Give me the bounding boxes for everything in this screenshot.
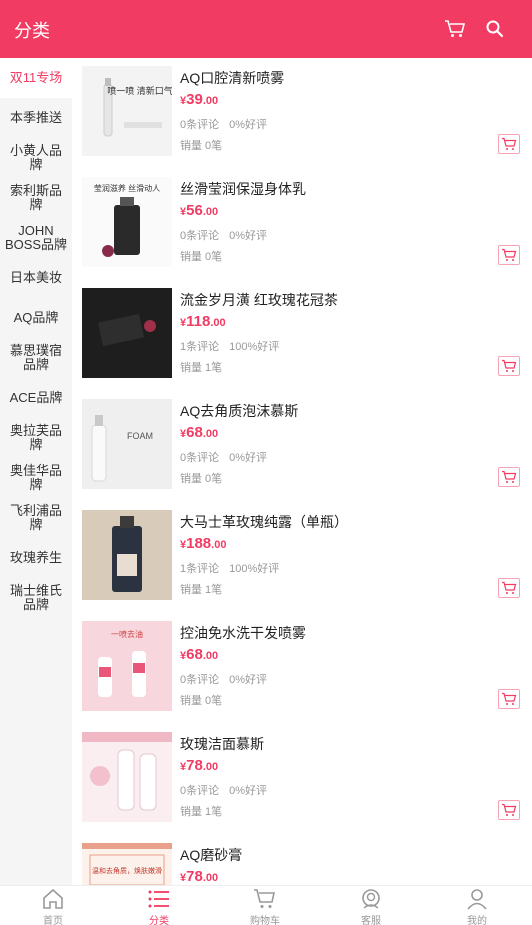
product-stats: 1条评论 100%好评	[180, 563, 280, 575]
add-to-cart-icon[interactable]	[498, 245, 520, 265]
top-header: 分类	[0, 0, 532, 58]
sidebar-item-philips[interactable]: 飞利浦品牌	[0, 498, 72, 538]
product-price: ¥78.00	[180, 757, 219, 774]
add-to-cart-icon[interactable]	[498, 689, 520, 709]
add-to-cart-icon[interactable]	[498, 467, 520, 487]
user-icon	[467, 889, 487, 910]
sidebar-item-ace[interactable]: ACE品牌	[0, 378, 72, 418]
product-price: ¥188.00	[180, 535, 227, 552]
category-icon	[148, 890, 169, 908]
tab-profile[interactable]: 我的	[424, 886, 530, 925]
page-title: 分类	[14, 21, 50, 41]
cart-icon[interactable]	[442, 16, 468, 42]
product-item[interactable]: FOAM AQ去角质泡沫慕斯 ¥68.00 0条评论 0%好评 销量 0笔	[72, 391, 532, 502]
sidebar-item-solis[interactable]: 索利斯品牌	[0, 178, 72, 218]
product-stats: 0条评论 0%好评	[180, 230, 268, 242]
sidebar-item-olaf[interactable]: 奥拉芙品牌	[0, 418, 72, 458]
product-item[interactable]: 玫瑰洁面慕斯 ¥78.00 0条评论 0%好评 销量 1笔	[72, 724, 532, 835]
product-price: ¥118.00	[180, 313, 226, 330]
product-list: 喷一喷 清新口气 AQ口腔清新喷雾 ¥39.00 0条评论 0%好评 销量 0笔 …	[72, 58, 532, 885]
sidebar-item-rose[interactable]: 玫瑰养生	[0, 538, 72, 578]
product-name: 大马士革玫瑰纯露（单瓶）	[180, 514, 348, 530]
product-stats: 1条评论 100%好评	[180, 341, 280, 353]
home-icon	[43, 888, 63, 909]
product-stats: 0条评论 0%好评	[180, 119, 268, 131]
product-item[interactable]: 温和去角质，焕肤嫩滑 AQ磨砂膏 ¥78.00	[72, 835, 532, 885]
sidebar-item-johnboss[interactable]: JOHN BOSS品牌	[0, 218, 72, 258]
sidebar-item-double11[interactable]: 双11专场	[0, 58, 72, 98]
product-image-text: 莹润滋养 丝滑动人	[94, 183, 160, 193]
product-image[interactable]: 喷一喷 清新口气	[82, 66, 172, 156]
product-stats: 0条评论 0%好评	[180, 674, 268, 686]
add-to-cart-icon[interactable]	[498, 800, 520, 820]
product-sold: 销量 0笔	[180, 695, 223, 707]
product-item[interactable]: 喷一喷 清新口气 AQ口腔清新喷雾 ¥39.00 0条评论 0%好评 销量 0笔	[72, 58, 532, 169]
sidebar-item-desleep[interactable]: 慕思璞宿品牌	[0, 338, 72, 378]
sidebar-item-aq[interactable]: AQ品牌	[0, 298, 72, 338]
product-sold: 销量 1笔	[180, 362, 223, 374]
product-image-text: 喷一喷 清新口气	[107, 85, 172, 96]
product-price: ¥68.00	[180, 424, 219, 441]
product-image[interactable]	[82, 288, 172, 378]
tab-label: 我的	[467, 916, 487, 925]
tab-cart[interactable]: 购物车	[212, 886, 318, 925]
add-to-cart-icon[interactable]	[498, 578, 520, 598]
sidebar-item-victorinox[interactable]: 瑞士维氏品牌	[0, 578, 72, 618]
product-sold: 销量 1笔	[180, 584, 223, 596]
product-sold: 销量 0笔	[180, 140, 223, 152]
product-price: ¥39.00	[180, 91, 219, 108]
product-name: 控油免水洗干发喷雾	[180, 625, 306, 641]
product-sold: 销量 0笔	[180, 251, 223, 263]
tab-label: 分类	[149, 916, 169, 925]
product-name: AQ口腔清新喷雾	[180, 70, 285, 86]
product-image[interactable]: 莹润滋养 丝滑动人	[82, 177, 172, 267]
product-item[interactable]: 莹润滋养 丝滑动人 丝滑莹润保湿身体乳 ¥56.00 0条评论 0%好评 销量 0…	[72, 169, 532, 280]
product-price: ¥56.00	[180, 202, 219, 219]
product-name: 玫瑰洁面慕斯	[180, 736, 264, 752]
category-sidebar: 双11专场 本季推送 小黄人品牌 索利斯品牌 JOHN BOSS品牌 日本美妆 …	[0, 58, 72, 885]
product-name: 丝滑莹润保湿身体乳	[180, 181, 306, 197]
product-price: ¥78.00	[180, 868, 219, 885]
add-to-cart-icon[interactable]	[498, 356, 520, 376]
product-name: AQ磨砂膏	[180, 847, 243, 863]
product-price: ¥68.00	[180, 646, 219, 663]
product-item[interactable]: 一喷去油 控油免水洗干发喷雾 ¥68.00 0条评论 0%好评 销量 0笔	[72, 613, 532, 724]
sidebar-item-japan-beauty[interactable]: 日本美妆	[0, 258, 72, 298]
product-image[interactable]: FOAM	[82, 399, 172, 489]
cart-icon	[254, 889, 275, 908]
product-name: 流金岁月潢 红玫瑰花冠茶	[180, 292, 338, 308]
service-icon	[362, 889, 380, 909]
product-sold: 销量 0笔	[180, 473, 223, 485]
product-image-text: 一喷去油	[111, 629, 143, 639]
product-image[interactable]: 温和去角质，焕肤嫩滑	[82, 843, 172, 885]
tab-label: 购物车	[250, 916, 280, 925]
tab-home[interactable]: 首页	[0, 886, 106, 925]
sidebar-item-minions[interactable]: 小黄人品牌	[0, 138, 72, 178]
product-image-text: FOAM	[127, 431, 153, 441]
product-item[interactable]: 流金岁月潢 红玫瑰花冠茶 ¥118.00 1条评论 100%好评 销量 1笔	[72, 280, 532, 391]
product-name: AQ去角质泡沫慕斯	[180, 403, 299, 419]
add-to-cart-icon[interactable]	[498, 134, 520, 154]
product-stats: 0条评论 0%好评	[180, 452, 268, 464]
tab-service[interactable]: 客服	[318, 886, 424, 925]
sidebar-item-season[interactable]: 本季推送	[0, 98, 72, 138]
product-item[interactable]: 大马士革玫瑰纯露（单瓶） ¥188.00 1条评论 100%好评 销量 1笔	[72, 502, 532, 613]
search-icon[interactable]	[482, 16, 508, 42]
product-image[interactable]: 一喷去油	[82, 621, 172, 711]
product-stats: 0条评论 0%好评	[180, 785, 268, 797]
tab-label: 首页	[43, 916, 63, 925]
tab-label: 客服	[361, 916, 381, 925]
product-image[interactable]	[82, 732, 172, 822]
tab-category[interactable]: 分类	[106, 886, 212, 925]
product-image[interactable]	[82, 510, 172, 600]
bottom-tab-bar: 首页 分类 购物车 客服 我的	[0, 885, 532, 925]
product-image-text: 温和去角质，焕肤嫩滑	[92, 866, 162, 875]
sidebar-item-ogawa[interactable]: 奥佳华品牌	[0, 458, 72, 498]
product-sold: 销量 1笔	[180, 806, 223, 818]
